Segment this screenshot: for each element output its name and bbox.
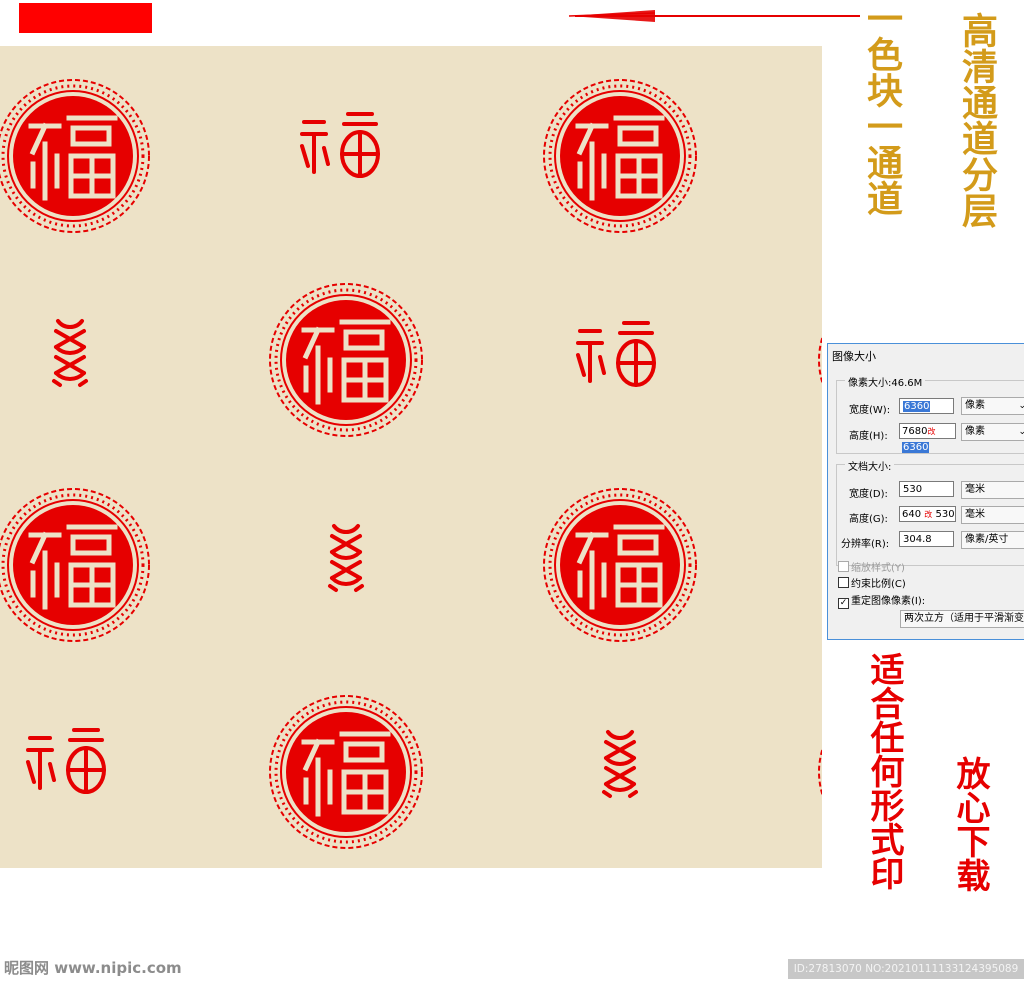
annotation-download-worry-free: 放心下载 xyxy=(950,756,990,892)
doc-height-change-mark: 改 xyxy=(924,510,933,519)
chevron-down-icon: ⌄ xyxy=(1018,427,1024,437)
resolution-label: 分辨率(R): xyxy=(841,539,890,550)
chevron-down-icon: ⌄ xyxy=(1018,401,1024,411)
pixel-dimensions-group: 像素大小:46.6M 宽度(W): 6360 像素 ⌄ 高度(H): 7680改 6… xyxy=(836,374,1024,454)
doc-height-unit-label: 毫米 xyxy=(965,509,985,520)
doc-width-value: 530 xyxy=(903,484,923,495)
checkmark-icon: ✓ xyxy=(838,598,849,609)
resample-label: 重定图像像素(I): xyxy=(851,596,926,607)
doc-height-label: 高度(G): xyxy=(849,514,888,525)
doc-width-unit-label: 毫米 xyxy=(965,484,985,495)
fu-pattern-tile xyxy=(0,46,822,868)
checkbox-box xyxy=(838,561,849,572)
height-label: 高度(H): xyxy=(849,431,888,442)
doc-width-input[interactable]: 530 xyxy=(899,481,954,497)
height-change-mark: 改 xyxy=(927,427,936,436)
height-value: 6360 xyxy=(902,442,930,453)
document-size-legend: 文档大小: xyxy=(845,458,895,473)
doc-height-original-value: 640 xyxy=(902,509,922,520)
dialog-title: 图像大小 xyxy=(832,350,876,363)
doc-height-input[interactable]: 640 改 530 xyxy=(899,506,956,522)
constrain-proportions-label: 约束比例(C) xyxy=(851,579,906,590)
document-size-group: 文档大小: 宽度(D): 530 毫米 高度(G): 640 改 530 毫米 … xyxy=(836,458,1024,566)
width-unit-select[interactable]: 像素 ⌄ xyxy=(961,397,1024,415)
annotation-hd-channel-layers: 高清通道分层 xyxy=(956,12,998,228)
doc-width-unit-select[interactable]: 毫米 xyxy=(961,481,1024,499)
scale-styles-label: 缩放样式(Y) xyxy=(851,563,905,574)
resolution-value: 304.8 xyxy=(903,534,932,545)
doc-width-label: 宽度(D): xyxy=(849,489,888,500)
resolution-unit-select[interactable]: 像素/英寸 xyxy=(961,531,1024,549)
nipic-watermark: 昵图网 www.nipic.com xyxy=(4,959,182,977)
width-value: 6360 xyxy=(903,401,931,412)
height-unit-select[interactable]: 像素 ⌄ xyxy=(961,423,1024,441)
pixel-dimensions-legend: 像素大小:46.6M xyxy=(845,374,926,389)
annotation-suitable-for-print: 适合任何形式印 xyxy=(864,652,904,890)
doc-height-value: 530 xyxy=(935,509,955,520)
height-original-value: 7680 xyxy=(902,426,928,437)
annotation-one-color-one-channel: 一色块一通道 xyxy=(861,0,903,216)
checkbox-box xyxy=(838,577,849,588)
image-id-watermark: ID:27813070 NO:20210111133124395089 xyxy=(788,959,1024,979)
height-unit-label: 像素 xyxy=(965,426,985,437)
resample-checkbox[interactable]: ✓ 重定图像像素(I): xyxy=(838,592,925,609)
width-unit-label: 像素 xyxy=(965,400,985,411)
scale-styles-checkbox[interactable]: 缩放样式(Y) xyxy=(838,559,905,574)
resample-method-select[interactable]: 两次立方（适用于平滑渐变 xyxy=(900,610,1024,628)
image-size-dialog: 图像大小 像素大小:46.6M 宽度(W): 6360 像素 ⌄ 高度(H): 7… xyxy=(827,343,1024,640)
width-label: 宽度(W): xyxy=(849,405,891,416)
constrain-proportions-checkbox[interactable]: 约束比例(C) xyxy=(838,575,906,590)
width-input[interactable]: 6360 xyxy=(899,398,954,414)
height-input[interactable]: 7680改 6360 xyxy=(899,423,956,453)
resolution-unit-label: 像素/英寸 xyxy=(965,534,1009,545)
doc-height-unit-select[interactable]: 毫米 xyxy=(961,506,1024,524)
resolution-input[interactable]: 304.8 xyxy=(899,531,954,547)
resample-method-label: 两次立方（适用于平滑渐变 xyxy=(904,613,1024,624)
fu-seal-pattern xyxy=(0,46,822,868)
red-color-swatch xyxy=(19,3,152,33)
left-arrow-icon xyxy=(568,10,860,22)
